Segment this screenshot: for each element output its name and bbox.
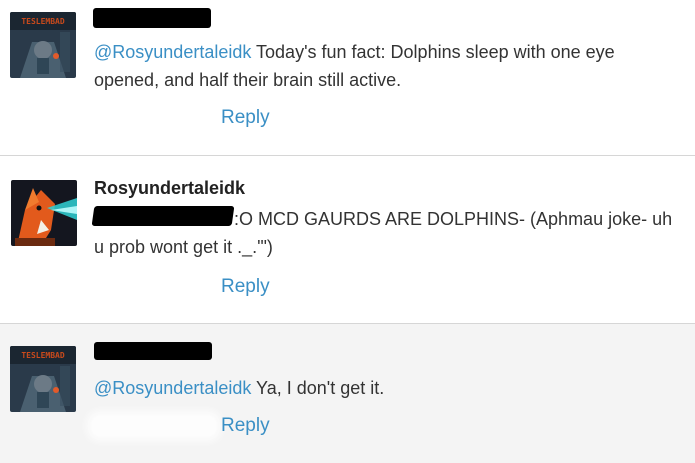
- blurred-meta: [92, 416, 216, 436]
- reply-button[interactable]: Reply: [221, 107, 270, 129]
- comment-body: Ya, I don't get it.: [251, 378, 385, 398]
- mention-link[interactable]: @Rosyundertaleidk: [94, 378, 251, 398]
- comment-text: @Rosyundertaleidk Ya, I don't get it.: [94, 374, 674, 402]
- comment-body: :O MCD GAURDS ARE DOLPHINS- (Aphmau joke…: [94, 209, 673, 257]
- fox-avatar-icon: [11, 180, 77, 246]
- avatar-caption: TESLEMBAD: [21, 17, 65, 26]
- user-avatar[interactable]: [11, 180, 77, 246]
- comment-text: @Rosyundertaleidk Today's fun fact: Dolp…: [94, 38, 674, 94]
- comment-item-3: TESLEMBAD @Rosyundertaleidk Ya, I don't …: [0, 324, 695, 463]
- mention-link[interactable]: @Rosyundertaleidk: [94, 42, 251, 62]
- reply-button[interactable]: Reply: [221, 276, 270, 298]
- comment-item-2: Rosyundertaleidk :O MCD GAURDS ARE DOLPH…: [0, 156, 695, 324]
- comment-item-1: TESLEMBAD @Rosyundertaleidk Today's fun …: [0, 0, 695, 156]
- avatar-caption: TESLEMBAD: [21, 351, 65, 360]
- user-avatar[interactable]: TESLEMBAD: [10, 346, 76, 412]
- comment-text: :O MCD GAURDS ARE DOLPHINS- (Aphmau joke…: [94, 205, 674, 261]
- game-avatar-icon: TESLEMBAD: [10, 12, 76, 78]
- comment-author[interactable]: Rosyundertaleidk: [94, 178, 245, 199]
- redacted-username: [93, 8, 211, 28]
- user-avatar[interactable]: TESLEMBAD: [10, 12, 76, 78]
- game-avatar-icon: TESLEMBAD: [10, 346, 76, 412]
- blurred-meta: [180, 110, 214, 126]
- reply-button[interactable]: Reply: [221, 415, 270, 437]
- redacted-username: [94, 342, 212, 360]
